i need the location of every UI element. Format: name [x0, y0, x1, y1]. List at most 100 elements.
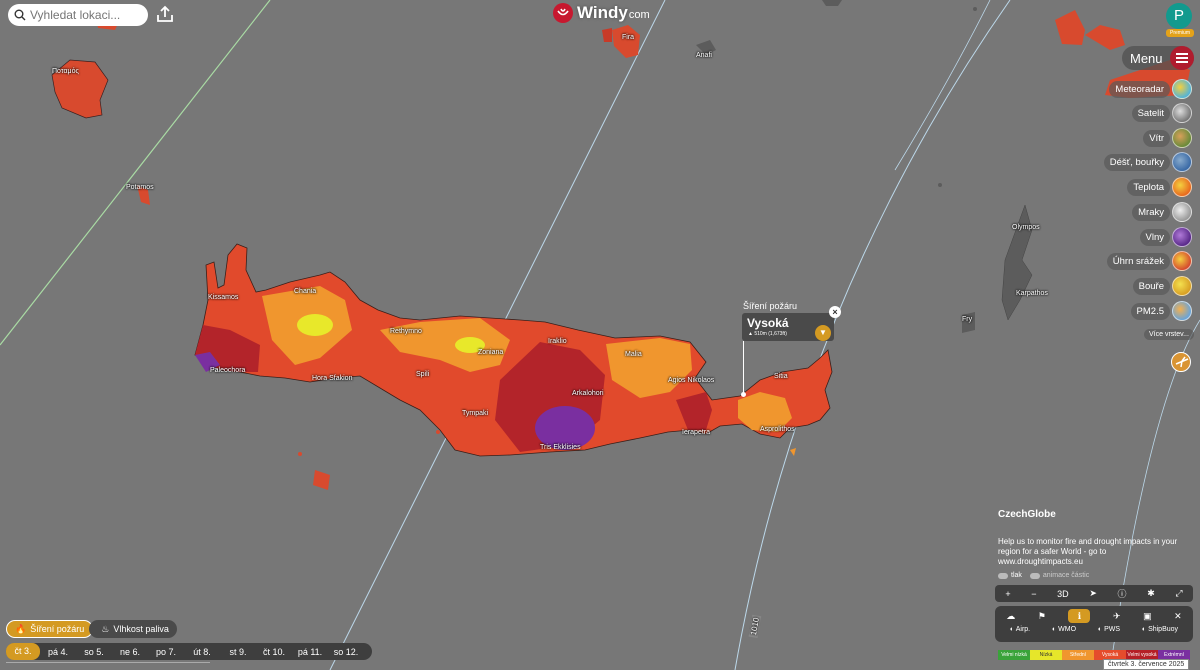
- toggle-label: ShipBuoy: [1148, 626, 1179, 633]
- layer-rain[interactable]: Déšť, bouřky: [1103, 152, 1192, 172]
- layer-srazky[interactable]: Úhrn srážek: [1106, 251, 1192, 271]
- airports-toggle[interactable]: ◐ Airp.: [1010, 626, 1030, 633]
- flag-icon[interactable]: ⚑: [1038, 611, 1046, 622]
- legend-item: Velmi nízká: [998, 650, 1030, 660]
- layer-label: Mraky: [1132, 203, 1170, 221]
- plane-icon[interactable]: ✈: [1113, 611, 1121, 622]
- layer-meteoradar[interactable]: Meteoradar: [1109, 79, 1192, 99]
- close-icon[interactable]: ✕: [1174, 611, 1182, 622]
- temperature-icon: [1172, 177, 1192, 197]
- menu-button[interactable]: Menu: [1122, 46, 1194, 70]
- layer-pm25[interactable]: PM2.5: [1130, 301, 1192, 321]
- rain-icon: [1172, 152, 1192, 172]
- timeline-scrubber[interactable]: [6, 662, 210, 668]
- more-layers-button[interactable]: Více vrstev...: [1144, 329, 1194, 340]
- map-label: Sitia: [774, 373, 788, 380]
- layer-satelit[interactable]: Satelit: [1131, 103, 1192, 123]
- czechglobe-text[interactable]: Help us to monitor fire and drought impa…: [998, 537, 1190, 567]
- map-label: Fira: [622, 34, 635, 41]
- info-icon[interactable]: ⓘ: [1118, 587, 1127, 600]
- popup-title: Šíření požáru: [743, 301, 798, 311]
- day-item[interactable]: čt 10.: [256, 647, 292, 657]
- pressure-toggle[interactable]: tlak: [998, 572, 1022, 579]
- fullscreen-icon[interactable]: ⤢: [1175, 588, 1182, 599]
- location-marker: [741, 392, 746, 397]
- close-icon[interactable]: ×: [829, 306, 841, 318]
- map-label: Ierapetra: [682, 429, 711, 436]
- layer-label: Déšť, bouřky: [1103, 153, 1170, 171]
- user-avatar[interactable]: P: [1166, 3, 1192, 29]
- camera-icon[interactable]: ▣: [1143, 611, 1152, 622]
- search-box[interactable]: [8, 4, 148, 26]
- day-item[interactable]: st 9.: [220, 647, 256, 657]
- day-item[interactable]: pá 11.: [292, 647, 328, 657]
- zoom-out-button[interactable]: −: [1031, 589, 1036, 599]
- czechglobe-title: CzechGlobe: [998, 509, 1056, 520]
- search-input[interactable]: [30, 8, 140, 22]
- day-item[interactable]: pá 4.: [40, 647, 76, 657]
- layer-label: Vlny: [1139, 228, 1170, 246]
- logo-suffix: com: [628, 9, 650, 21]
- layer-teplota[interactable]: Teplota: [1127, 177, 1192, 197]
- layer-label: Meteoradar: [1109, 80, 1170, 98]
- weather-icon[interactable]: ☁: [1006, 611, 1015, 622]
- 3d-button[interactable]: 3D: [1057, 589, 1069, 599]
- plane-icon[interactable]: [1171, 352, 1191, 372]
- day-item[interactable]: so 5.: [76, 647, 112, 657]
- layer-vlny[interactable]: Vlny: [1139, 227, 1192, 247]
- map-label: Ποταμός: [52, 68, 79, 75]
- tab-label: Vlhkost paliva: [113, 624, 169, 634]
- layer-vitr[interactable]: Vítr: [1143, 128, 1192, 148]
- satellite-icon: [1172, 103, 1192, 123]
- locate-icon[interactable]: ➤: [1089, 588, 1097, 599]
- particles-toggle[interactable]: animace částic: [1029, 572, 1089, 579]
- premium-badge: Premium: [1166, 29, 1194, 37]
- waves-icon: [1172, 227, 1192, 247]
- elevation-text: 510m (1,673ft): [754, 331, 787, 337]
- map-label: Kissamos: [208, 294, 239, 301]
- zoom-in-button[interactable]: +: [1005, 589, 1010, 599]
- layer-label: Satelit: [1131, 104, 1170, 122]
- czechglobe-logo[interactable]: CzechGlobe: [998, 509, 1056, 520]
- info-icon[interactable]: ℹ: [1068, 609, 1091, 623]
- map-label: Arkalohori: [572, 390, 604, 397]
- windy-logo-icon: [553, 3, 573, 23]
- map-label: Malia: [625, 351, 642, 358]
- legend-item: Nízká: [1030, 650, 1062, 660]
- fire-popup[interactable]: Vysoká ▲ 510m (1,673ft) ▼: [742, 313, 834, 341]
- popup-pointer: [743, 341, 744, 395]
- share-icon[interactable]: [154, 4, 176, 24]
- tab-fuel-moisture[interactable]: ♨ Vlhkost paliva: [89, 620, 177, 638]
- day-item[interactable]: so 12.: [328, 647, 364, 657]
- day-item[interactable]: po 7.: [148, 647, 184, 657]
- pws-toggle[interactable]: ◐ PWS: [1098, 626, 1120, 633]
- popup-elevation: ▲ 510m (1,673ft): [748, 331, 787, 337]
- map-canvas[interactable]: [0, 0, 1200, 670]
- tab-fire-spread[interactable]: 🔥 Šíření požáru: [6, 620, 94, 638]
- shipbuoy-toggle[interactable]: ◐ ShipBuoy: [1142, 626, 1178, 633]
- day-item[interactable]: čt 3.: [6, 643, 40, 660]
- layer-mraky[interactable]: Mraky: [1132, 202, 1192, 222]
- map-label: Asprolithos: [760, 426, 795, 433]
- layer-label: Bouře: [1132, 277, 1170, 295]
- map-label: Anafi: [696, 52, 712, 59]
- chevron-down-icon[interactable]: ▼: [815, 325, 831, 341]
- map-label: Tympaki: [462, 410, 489, 417]
- map-label: Tris Ekklisies: [540, 444, 581, 451]
- layer-label: Vítr: [1143, 129, 1170, 147]
- hamburger-icon: [1170, 46, 1194, 70]
- windy-logo[interactable]: Windy com: [553, 3, 650, 23]
- map-label: Hora Sfakion: [312, 375, 353, 382]
- moisture-icon: ♨: [101, 623, 110, 634]
- search-icon: [14, 9, 26, 21]
- day-item[interactable]: ne 6.: [112, 647, 148, 657]
- map-label: Agios Nikolaos: [668, 377, 715, 384]
- layer-boure[interactable]: Bouře: [1132, 276, 1192, 296]
- map-label: Zoniana: [478, 349, 504, 356]
- precipitation-icon: [1172, 251, 1192, 271]
- map-label: Chania: [294, 288, 317, 295]
- settings-icon[interactable]: ✱: [1147, 588, 1155, 599]
- popup-value: Vysoká: [747, 316, 789, 330]
- day-item[interactable]: út 8.: [184, 647, 220, 657]
- wmo-toggle[interactable]: ◐ WMO: [1052, 626, 1076, 633]
